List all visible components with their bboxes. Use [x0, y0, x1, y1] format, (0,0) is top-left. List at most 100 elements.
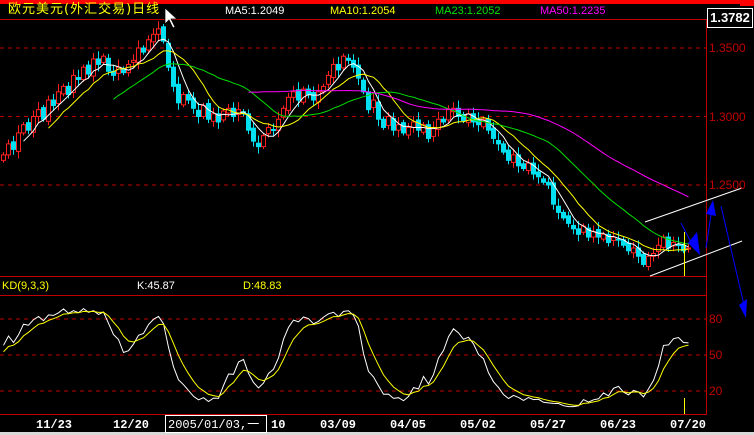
candle-body-down — [576, 228, 581, 235]
candle[interactable] — [486, 114, 491, 135]
candle[interactable] — [521, 161, 526, 172]
candle-body-down — [571, 224, 576, 230]
candle[interactable] — [431, 121, 436, 142]
candle[interactable] — [561, 209, 566, 221]
candle[interactable] — [326, 71, 331, 89]
candle[interactable] — [216, 106, 221, 129]
candle[interactable] — [196, 102, 201, 124]
candle[interactable] — [101, 53, 106, 65]
candle-body-up — [81, 66, 86, 81]
candle-body-down — [206, 102, 211, 120]
candle-body-down — [11, 141, 16, 150]
candle[interactable] — [261, 132, 266, 150]
candle[interactable] — [421, 121, 426, 135]
candle[interactable] — [221, 108, 226, 123]
candle[interactable] — [11, 135, 16, 155]
candle[interactable] — [21, 121, 26, 136]
arrow-down-icon[interactable] — [720, 205, 747, 318]
kd-axis-label: 50 — [709, 348, 723, 362]
candle[interactable] — [346, 53, 351, 65]
candle-body-down — [536, 171, 541, 178]
candle[interactable] — [61, 83, 66, 97]
candle[interactable] — [126, 60, 131, 77]
candle[interactable] — [166, 38, 171, 72]
candle[interactable] — [256, 135, 261, 154]
candle[interactable] — [181, 91, 186, 108]
candle[interactable] — [161, 24, 166, 44]
candle[interactable] — [311, 86, 316, 106]
candle[interactable] — [381, 116, 386, 130]
candle[interactable] — [496, 132, 501, 151]
candle-body-up — [36, 109, 41, 118]
candle[interactable] — [6, 139, 11, 159]
candle[interactable] — [536, 164, 541, 184]
candle[interactable] — [501, 141, 506, 155]
candle[interactable] — [71, 69, 76, 98]
candle[interactable] — [541, 176, 546, 185]
candle[interactable] — [401, 119, 406, 136]
candle[interactable] — [556, 198, 561, 220]
candle-body-down — [251, 127, 256, 142]
candle[interactable] — [211, 107, 216, 127]
candle[interactable] — [176, 76, 181, 110]
candle[interactable] — [91, 52, 96, 82]
arrow-up-icon[interactable] — [705, 200, 716, 249]
candle-body-up — [276, 118, 281, 131]
candle[interactable] — [36, 101, 41, 124]
candle-body-down — [641, 253, 646, 265]
candle[interactable] — [436, 111, 441, 137]
candle[interactable] — [356, 57, 361, 86]
candle[interactable] — [371, 94, 376, 114]
candle[interactable] — [1, 152, 6, 163]
candle[interactable] — [171, 61, 176, 92]
candle[interactable] — [16, 125, 21, 159]
candle[interactable] — [441, 116, 446, 125]
candle[interactable] — [406, 123, 411, 139]
candle[interactable] — [331, 58, 336, 83]
candle-body-down — [506, 149, 511, 161]
candle-body-up — [126, 63, 131, 74]
candle[interactable] — [306, 84, 311, 99]
candle[interactable] — [316, 84, 321, 110]
candle[interactable] — [571, 219, 576, 235]
candle[interactable] — [416, 112, 421, 138]
candle[interactable] — [686, 243, 691, 253]
chart-canvas[interactable] — [0, 0, 754, 435]
candle[interactable] — [46, 95, 51, 126]
candle[interactable] — [291, 85, 296, 103]
candle[interactable] — [606, 229, 611, 247]
candle[interactable] — [396, 117, 401, 138]
candle[interactable] — [301, 86, 306, 105]
channel-upper-line[interactable] — [644, 187, 743, 223]
date-axis-label: 07/20 — [670, 418, 707, 432]
candle[interactable] — [516, 147, 521, 173]
candle-body-up — [511, 154, 516, 163]
candle[interactable] — [251, 122, 256, 147]
candle[interactable] — [531, 157, 536, 180]
candle[interactable] — [111, 65, 116, 81]
candle[interactable] — [341, 53, 346, 71]
candle[interactable] — [286, 92, 291, 115]
candle[interactable] — [586, 223, 591, 242]
candle[interactable] — [156, 21, 161, 42]
candle[interactable] — [391, 112, 396, 136]
candle[interactable] — [246, 109, 251, 135]
candle[interactable] — [26, 118, 31, 135]
candle[interactable] — [621, 237, 626, 248]
candle[interactable] — [336, 56, 341, 77]
candle[interactable] — [476, 112, 481, 132]
candle[interactable] — [411, 115, 416, 133]
candle[interactable] — [281, 105, 286, 120]
candle-body-down — [376, 101, 381, 120]
candle[interactable] — [591, 225, 596, 243]
candle[interactable] — [566, 211, 571, 228]
candle[interactable] — [626, 238, 631, 255]
candle[interactable] — [236, 101, 241, 122]
candle[interactable] — [671, 236, 676, 252]
candle[interactable] — [141, 45, 146, 55]
candle[interactable] — [546, 177, 551, 189]
candle[interactable] — [31, 110, 36, 138]
candle[interactable] — [526, 158, 531, 175]
candle[interactable] — [426, 120, 431, 143]
candle[interactable] — [506, 145, 511, 165]
